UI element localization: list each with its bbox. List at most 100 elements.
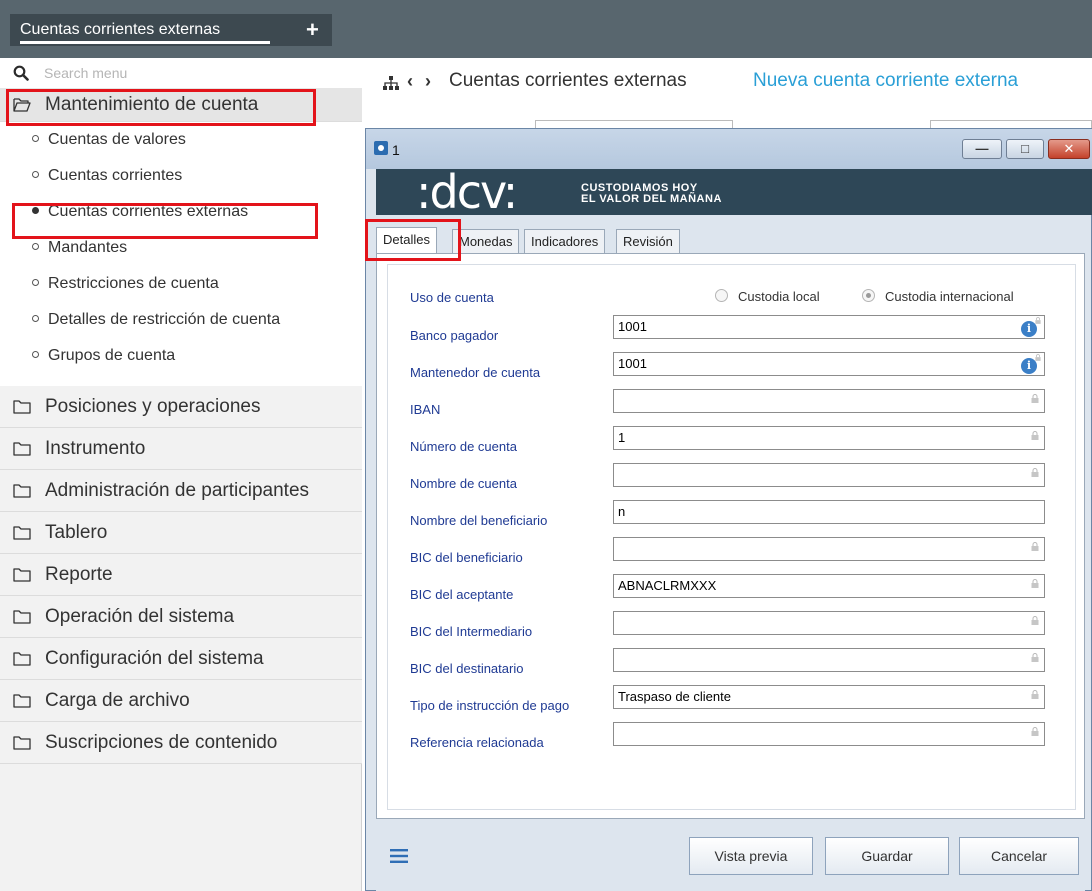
form-field[interactable] <box>613 463 1045 487</box>
lock-icon <box>1035 317 1041 324</box>
sidebar-subitem-label: Mandantes <box>48 239 128 256</box>
folder-icon <box>13 526 31 540</box>
field-label: IBAN <box>410 402 441 417</box>
sidebar-subitem[interactable]: Mandantes <box>0 230 362 266</box>
lock-icon <box>1031 653 1039 662</box>
sidebar-section-mantenimiento[interactable]: Mantenimiento de cuenta <box>0 88 362 122</box>
form-field[interactable]: 1 <box>613 426 1045 450</box>
folder-icon <box>13 736 31 750</box>
field-label: Mantenedor de cuenta <box>410 365 541 380</box>
sidebar-section[interactable]: Posiciones y operaciones <box>0 386 362 428</box>
field-label: Nombre de cuenta <box>410 476 517 491</box>
tab-detalles[interactable]: Detalles <box>376 227 437 254</box>
sidebar: Mantenimiento de cuenta Cuentas de valor… <box>0 58 362 891</box>
sidebar-section[interactable]: Suscripciones de contenido <box>0 722 362 764</box>
tab-revision[interactable]: Revisión <box>616 229 680 253</box>
sidebar-section[interactable]: Reporte <box>0 554 362 596</box>
sidebar-section-label: Tablero <box>45 522 108 543</box>
sidebar-subitem[interactable]: Cuentas corrientes <box>0 158 362 194</box>
lock-icon <box>1031 690 1039 699</box>
sidebar-section[interactable]: Carga de archivo <box>0 680 362 722</box>
lock-icon <box>1031 727 1039 736</box>
field-label: Nombre del beneficiario <box>410 513 548 528</box>
form-field[interactable]: n <box>613 500 1045 524</box>
sidebar-subitem-label: Cuentas corrientes <box>48 167 183 184</box>
app-tab[interactable]: Cuentas corrientes externas + <box>10 14 332 46</box>
folder-icon <box>13 610 31 624</box>
app-tab-label: Cuentas corrientes externas <box>20 21 221 38</box>
dialog-titlebar[interactable]: 1 — □ ✕ <box>366 129 1092 169</box>
sidebar-section[interactable]: Operación del sistema <box>0 596 362 638</box>
tab-monedas[interactable]: Monedas <box>452 229 520 253</box>
bullet-icon <box>32 135 39 142</box>
search-bar <box>0 58 362 88</box>
sidebar-section-label: Mantenimiento de cuenta <box>45 94 259 115</box>
sidebar-subitem-label: Detalles de restricción de cuenta <box>48 311 281 328</box>
details-panel: Uso de cuenta Custodia local Custodia in… <box>376 253 1085 819</box>
form-field[interactable] <box>613 389 1045 413</box>
form-field[interactable]: ABNACLRMXXX <box>613 574 1045 598</box>
new-account-link[interactable]: Nueva cuenta corriente externa <box>753 70 1018 92</box>
form-field[interactable] <box>613 722 1045 746</box>
sidebar-section[interactable]: Instrumento <box>0 428 362 470</box>
lock-icon <box>1031 616 1039 625</box>
sidebar-subitems: Cuentas de valores Cuentas corrientes Cuen… <box>0 122 362 386</box>
field-label: BIC del destinatario <box>410 661 524 676</box>
sidebar-subitem-label: Cuentas corrientes externas <box>48 203 249 220</box>
radio-custodia-local[interactable] <box>715 289 728 302</box>
sidebar-subitem[interactable]: Detalles de restricción de cuenta <box>0 302 362 338</box>
form-field[interactable]: 1001 i <box>613 315 1045 339</box>
sidebar-subitem[interactable]: Cuentas corrientes externas <box>0 194 362 230</box>
folder-open-icon <box>13 98 31 112</box>
form-field[interactable] <box>613 648 1045 672</box>
search-input[interactable] <box>44 63 344 83</box>
sidebar-section-label: Instrumento <box>45 438 146 459</box>
lock-icon <box>1031 431 1039 440</box>
field-value: n <box>618 504 626 519</box>
dialog-title: 1 <box>392 142 400 158</box>
maximize-button[interactable]: □ <box>1006 139 1044 159</box>
field-label: BIC del aceptante <box>410 587 514 602</box>
form-field[interactable]: Traspaso de cliente <box>613 685 1045 709</box>
folder-icon <box>13 400 31 414</box>
main-header: ‹ › Cuentas corrientes externas Nueva cu… <box>363 58 1092 108</box>
sidebar-subitem[interactable]: Restricciones de cuenta <box>0 266 362 302</box>
sidebar-section[interactable]: Administración de participantes <box>0 470 362 512</box>
save-button[interactable]: Guardar <box>825 837 949 875</box>
form-field[interactable] <box>613 611 1045 635</box>
preview-button[interactable]: Vista previa <box>689 837 813 875</box>
dialog-footer: Vista previa Guardar Cancelar <box>376 819 1085 891</box>
minimize-button[interactable]: — <box>962 139 1002 159</box>
top-bar: Cuentas corrientes externas + <box>0 0 1092 58</box>
sidebar-section[interactable]: Configuración del sistema <box>0 638 362 680</box>
forward-arrow-icon[interactable]: › <box>425 71 431 92</box>
background-field <box>535 120 733 128</box>
maximize-icon: □ <box>1021 141 1029 156</box>
sidebar-section-label: Operación del sistema <box>45 606 235 627</box>
field-value: 1 <box>618 430 626 445</box>
lock-icon <box>1031 579 1039 588</box>
folder-icon <box>13 442 31 456</box>
menu-icon[interactable] <box>390 849 408 863</box>
tab-indicadores[interactable]: Indicadores <box>524 229 606 253</box>
bullet-icon <box>32 315 39 322</box>
field-label: Referencia relacionada <box>410 735 544 750</box>
lock-icon <box>1031 394 1039 403</box>
field-value: Traspaso de cliente <box>618 689 731 704</box>
sidebar-subitem[interactable]: Cuentas de valores <box>0 122 362 158</box>
form-field[interactable]: 1001 i <box>613 352 1045 376</box>
cancel-button[interactable]: Cancelar <box>959 837 1079 875</box>
bullet-icon <box>32 243 39 250</box>
sitemap-icon[interactable] <box>383 76 399 90</box>
back-arrow-icon[interactable]: ‹ <box>407 71 413 92</box>
sidebar-subitem-label: Cuentas de valores <box>48 131 186 148</box>
plus-icon[interactable]: + <box>306 17 319 43</box>
sidebar-subitem[interactable]: Grupos de cuenta <box>0 338 362 374</box>
field-label: Uso de cuenta <box>410 290 494 305</box>
close-button[interactable]: ✕ <box>1048 139 1090 159</box>
sidebar-section-label: Suscripciones de contenido <box>45 732 278 753</box>
lock-icon <box>1031 542 1039 551</box>
sidebar-section[interactable]: Tablero <box>0 512 362 554</box>
form-field[interactable] <box>613 537 1045 561</box>
radio-custodia-internacional[interactable] <box>862 289 875 302</box>
